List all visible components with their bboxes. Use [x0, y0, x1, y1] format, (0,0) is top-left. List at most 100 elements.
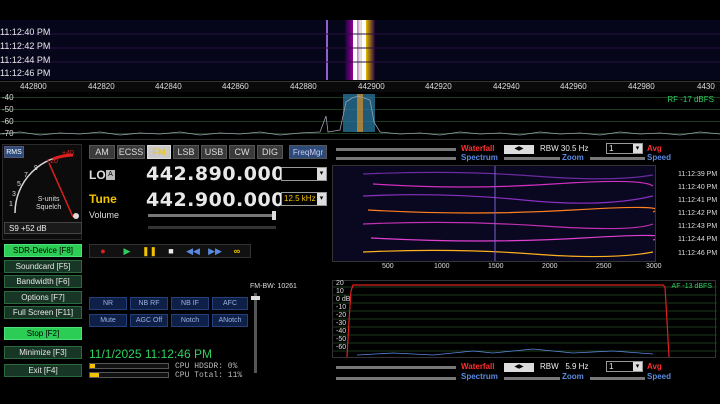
audio-wf-time: 11:12:39 PM: [678, 171, 718, 178]
af-rbw-label: RBW 5.9 Hz: [540, 362, 589, 371]
rbw-label: RBW 30.5 Hz: [540, 144, 589, 153]
af-spectrum[interactable]: [332, 280, 717, 358]
cpu-hdsdr-bar-fill: [90, 364, 95, 368]
audio-wf-time: 11:12:40 PM: [678, 184, 718, 191]
af-db-tick: -50: [336, 336, 347, 343]
afc-button[interactable]: AFC: [212, 297, 248, 310]
af-db-tick: -60: [336, 344, 347, 351]
af-avg-label: Avg: [647, 362, 662, 371]
avg-dropdown[interactable]: 1 ▾: [606, 143, 643, 154]
audio-wf-time: 11:12:43 PM: [678, 223, 718, 230]
rf-spectrum-trace: [0, 94, 720, 136]
zoom-slider[interactable]: [504, 157, 560, 160]
pause-icon[interactable]: ❚❚: [142, 246, 157, 257]
fast-forward-icon[interactable]: ▶▶: [208, 246, 222, 257]
exit-button[interactable]: Exit [F4]: [4, 364, 82, 377]
fm-bandwidth: FM-BW: 10261: [250, 283, 297, 290]
rbw-stepper[interactable]: ◀▶: [504, 145, 534, 154]
notch-button[interactable]: Notch: [171, 314, 209, 327]
freq-tick: 442960: [560, 82, 587, 91]
soundcard-button[interactable]: Soundcard [F5]: [4, 260, 82, 273]
af-spectrum-slider[interactable]: [336, 377, 456, 380]
mode-ecss-button[interactable]: ECSS: [117, 145, 145, 159]
spectrum-slider[interactable]: [336, 157, 456, 160]
s-meter-reading: S9 +52 dB: [4, 222, 82, 234]
options-button[interactable]: Options [F7]: [4, 291, 82, 304]
af-speed-slider[interactable]: [590, 377, 645, 380]
audio-wf-time: 11:12:44 PM: [678, 236, 718, 243]
waterfall-label: Waterfall: [461, 144, 495, 153]
mute-button[interactable]: Mute: [89, 314, 127, 327]
volume-slider[interactable]: [148, 214, 276, 217]
smeter-scale-label: 7: [24, 172, 28, 179]
db-tick: -60: [2, 117, 14, 126]
waterfall-time: 11:12:42 PM: [0, 41, 51, 51]
squelch-knob[interactable]: [73, 213, 79, 219]
af-rbw-stepper[interactable]: ◀▶: [504, 363, 534, 372]
record-icon[interactable]: ●: [96, 246, 110, 257]
stop-button[interactable]: Stop [F2]: [4, 327, 82, 340]
af-avg-dropdown[interactable]: 1 ▾: [606, 361, 643, 372]
af-spectrum-trace: [333, 284, 717, 358]
full-screen-button[interactable]: Full Screen [F11]: [4, 306, 82, 319]
rf-spectrum[interactable]: -40 -50 -60 -70: [0, 92, 720, 140]
af-tick: 2000: [542, 263, 558, 270]
speed-slider[interactable]: [590, 157, 645, 160]
rms-button[interactable]: RMS: [4, 146, 24, 158]
mode-cw-button[interactable]: CW: [229, 145, 255, 159]
mode-fm-button[interactable]: FM: [147, 145, 171, 159]
zoom-label: Zoom: [562, 153, 584, 162]
frequency-axis[interactable]: 442800 442820 442840 442860 442880 44290…: [0, 81, 720, 92]
stop-icon[interactable]: ■: [164, 246, 178, 257]
anotch-button[interactable]: ANotch: [212, 314, 248, 327]
af-db-tick: 10: [336, 288, 344, 295]
speed-label: Speed: [647, 153, 672, 162]
freq-tick: 442980: [628, 82, 655, 91]
play-icon[interactable]: ▶: [120, 246, 134, 257]
rewind-icon[interactable]: ◀◀: [186, 246, 200, 257]
tune-frequency[interactable]: 442.900.000: [146, 189, 285, 211]
lo-frequency[interactable]: 442.890.000: [146, 163, 285, 185]
af-zoom-slider[interactable]: [504, 377, 560, 380]
lo-dropdown[interactable]: ▾: [281, 167, 327, 181]
smeter-scale-label: +20: [46, 158, 58, 165]
db-tick: -50: [2, 105, 14, 114]
squelch-slider[interactable]: [148, 226, 276, 229]
minimize-button[interactable]: Minimize [F3]: [4, 346, 82, 359]
volume-slider-thumb[interactable]: [272, 211, 276, 220]
tune-step-value: 12.5 kHz: [284, 194, 316, 203]
tune-label: Tune: [89, 192, 117, 206]
freqmgr-button[interactable]: FreqMgr: [289, 145, 327, 159]
nb-if-button[interactable]: NB IF: [171, 297, 209, 310]
af-db-tick: -30: [336, 320, 347, 327]
mode-usb-button[interactable]: USB: [201, 145, 227, 159]
nb-rf-button[interactable]: NB RF: [130, 297, 168, 310]
agc-button[interactable]: AGC Off: [130, 314, 168, 327]
audio-waterfall[interactable]: [332, 165, 656, 262]
freq-tick: 442920: [425, 82, 452, 91]
mode-dig-button[interactable]: DIG: [257, 145, 283, 159]
freq-tick: 442820: [88, 82, 115, 91]
bandwidth-button[interactable]: Bandwidth [F6]: [4, 275, 82, 288]
lo-lock-button[interactable]: A: [106, 170, 115, 180]
smeter-scale-label: 5: [17, 181, 21, 188]
mode-am-button[interactable]: AM: [89, 145, 115, 159]
smeter-scale-label: +40: [62, 150, 74, 157]
main-waterfall[interactable]: 11:12:40 PM 11:12:42 PM 11:12:44 PM 11:1…: [0, 20, 720, 80]
bandwidth-slider[interactable]: [254, 293, 257, 373]
af-waterfall-slider[interactable]: [336, 366, 456, 369]
sdr-device-button[interactable]: SDR-Device [F8]: [4, 244, 82, 257]
db-tick: -70: [2, 129, 14, 138]
bandwidth-slider-thumb[interactable]: [251, 296, 260, 300]
nr-button[interactable]: NR: [89, 297, 127, 310]
chevron-down-icon: ▾: [317, 168, 326, 180]
audio-frequency-axis[interactable]: 500 1000 1500 2000 2500 3000: [332, 262, 662, 273]
audio-wf-time: 11:12:41 PM: [678, 197, 718, 204]
mode-lsb-button[interactable]: LSB: [173, 145, 199, 159]
waterfall-slider[interactable]: [336, 148, 456, 151]
freq-tick: 442900: [358, 82, 385, 91]
loop-icon[interactable]: ∞: [230, 246, 244, 257]
smeter-scale-label: 1: [9, 201, 13, 208]
waterfall-time: 11:12:40 PM: [0, 27, 51, 37]
tune-step-dropdown[interactable]: 12.5 kHz ▾: [281, 192, 327, 206]
